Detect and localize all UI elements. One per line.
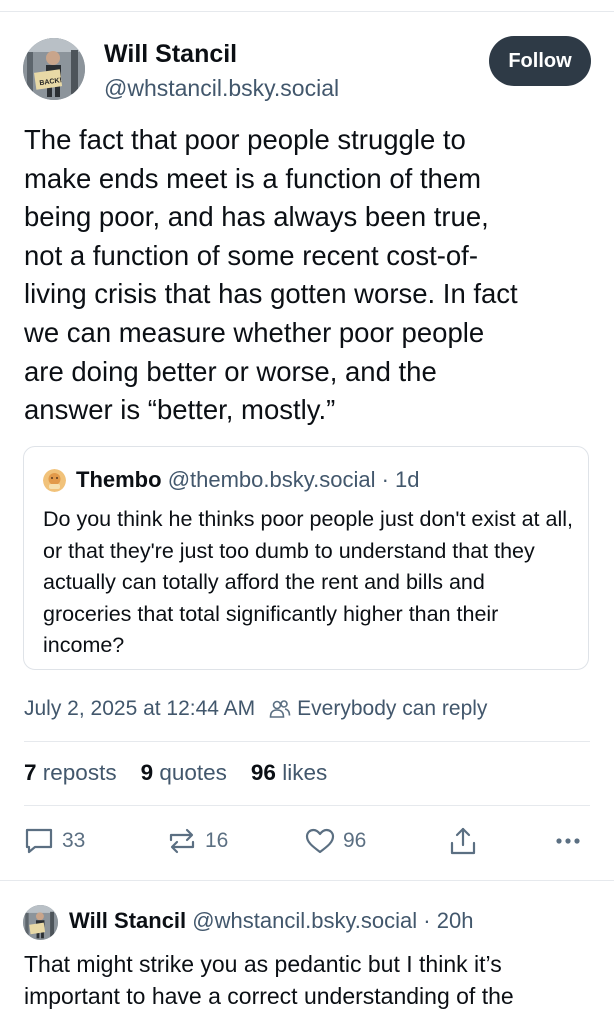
likes-count: 96 <box>250 760 276 785</box>
post-timestamp: July 2, 2025 at 12:44 AM <box>24 697 256 720</box>
divider <box>24 805 590 806</box>
reply-button[interactable]: 33 <box>24 826 85 856</box>
likes-label: likes <box>282 760 328 785</box>
reply-author-name[interactable]: Will Stancil <box>69 908 186 933</box>
top-divider <box>0 11 614 12</box>
reply-author-avatar[interactable] <box>23 905 58 940</box>
quotes-label: quotes <box>159 760 227 785</box>
reply-avatar-photo <box>23 905 58 940</box>
reply-icon <box>24 827 54 855</box>
quote-header: Thembo @thembo.bsky.social · 1d <box>76 467 420 493</box>
quote-age: · 1d <box>381 467 420 492</box>
reposts-count: 7 <box>24 760 37 785</box>
thread-divider <box>0 880 614 881</box>
quotes-stat[interactable]: 9 quotes <box>141 760 227 786</box>
more-options-button[interactable] <box>554 826 582 856</box>
repost-count: 16 <box>205 829 229 852</box>
like-count: 96 <box>343 829 367 852</box>
like-icon <box>305 827 335 855</box>
likes-stat[interactable]: 96 likes <box>251 760 327 786</box>
post-text: The fact that poor people struggle to ma… <box>24 124 518 426</box>
reply-age: · 20h <box>423 908 474 933</box>
quote-author-handle[interactable]: @thembo.bsky.social <box>168 467 376 492</box>
post-meta: July 2, 2025 at 12:44 AM Everybody can r… <box>24 697 487 721</box>
quoted-post-card[interactable]: Thembo @thembo.bsky.social · 1d Do you t… <box>23 446 589 670</box>
reply-text: That might strike you as pedantic but I … <box>24 951 514 1009</box>
repost-icon <box>167 827 197 855</box>
author-name[interactable]: Will Stancil <box>104 40 237 69</box>
quote-author-name[interactable]: Thembo <box>76 467 162 492</box>
people-icon <box>269 699 291 719</box>
reposts-label: reposts <box>42 760 117 785</box>
follow-button[interactable]: Follow <box>489 36 591 86</box>
like-button[interactable]: 96 <box>305 826 366 856</box>
share-button[interactable] <box>449 826 477 856</box>
reply-header: Will Stancil @whstancil.bsky.social · 20… <box>69 908 473 934</box>
reply-count: 33 <box>62 829 86 852</box>
more-icon <box>554 827 582 855</box>
author-avatar[interactable]: BACK! <box>23 38 85 100</box>
quote-avatar[interactable] <box>43 469 66 492</box>
quote-text: Do you think he thinks poor people just … <box>43 507 573 657</box>
reply-setting: Everybody can reply <box>297 697 488 720</box>
avatar-photo: BACK! <box>23 38 85 100</box>
reposts-stat[interactable]: 7 reposts <box>24 760 117 786</box>
repost-button[interactable]: 16 <box>167 826 228 856</box>
share-icon <box>449 826 477 856</box>
author-handle[interactable]: @whstancil.bsky.social <box>104 75 339 102</box>
divider <box>24 741 590 742</box>
reply-author-handle[interactable]: @whstancil.bsky.social <box>192 908 417 933</box>
quote-avatar-image <box>43 469 66 492</box>
quotes-count: 9 <box>140 760 154 785</box>
engagement-stats: 7 reposts 9 quotes 96 likes <box>24 760 351 786</box>
